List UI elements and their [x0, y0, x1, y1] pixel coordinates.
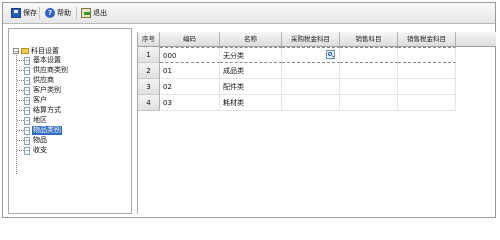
cell-code[interactable]: 02 — [160, 79, 220, 95]
table-row[interactable]: 1 000 无分类 — [138, 47, 496, 63]
cell-purchase-tax-account[interactable] — [282, 95, 340, 111]
data-grid: 序号 编码 名称 采购税金科目 销售科目 销售税金科目 1 000 无分类 2 … — [137, 32, 496, 214]
save-label: 保存 — [23, 8, 37, 17]
row-number: 3 — [138, 79, 160, 95]
document-icon — [24, 136, 30, 145]
save-icon — [11, 7, 21, 18]
tree-item-label: 物品类别 — [32, 126, 62, 135]
cell-code[interactable]: 01 — [160, 63, 220, 79]
collapse-icon[interactable]: − — [13, 47, 19, 54]
document-icon — [24, 116, 30, 125]
tree-item-label: 客户类别 — [33, 86, 61, 94]
exit-button[interactable]: 退出 — [81, 6, 107, 19]
cell-sales-tax-account[interactable] — [398, 47, 456, 63]
save-button[interactable]: 保存 — [11, 6, 37, 19]
cell-sales-account[interactable] — [340, 79, 398, 95]
document-icon — [24, 106, 30, 115]
tree-item-label: 基本设置 — [33, 56, 61, 64]
cell-name[interactable]: 成品类 — [220, 63, 282, 79]
document-icon — [24, 86, 30, 95]
table-row[interactable]: 3 02 配件类 — [138, 79, 496, 95]
tree-item-label: 地区 — [33, 116, 47, 124]
cell-sales-account[interactable] — [340, 63, 398, 79]
document-icon — [24, 56, 30, 65]
tree-item-label: 供应商 — [33, 76, 54, 84]
cell-sales-tax-account[interactable] — [398, 95, 456, 111]
tree-item-label: 客户 — [33, 96, 47, 104]
tree-item-label: 收支 — [33, 146, 47, 154]
tree-item-label: 物品 — [33, 136, 47, 144]
folder-open-icon — [21, 47, 29, 54]
category-tree-panel: − 科目设置 基本设置 供应商类别 供应商 客户类别 客户 结算方式 地区 物品… — [8, 28, 132, 214]
window: 保存 ? 帮助 退出 − 科目设置 基本设置 供应商类别 供应商 客户类别 客户… — [2, 2, 496, 218]
tree-item-label: 供应商类别 — [33, 66, 68, 74]
tree-item-basic-settings[interactable]: 基本设置 — [17, 56, 62, 65]
tree-item-region[interactable]: 地区 — [17, 116, 48, 125]
cell-purchase-tax-account[interactable] — [282, 63, 340, 79]
tree-item-settlement-method[interactable]: 结算方式 — [17, 106, 62, 115]
exit-label: 退出 — [93, 8, 107, 17]
search-lookup-icon[interactable] — [326, 50, 335, 59]
toolbar: 保存 ? 帮助 退出 — [3, 3, 495, 24]
column-header-sales-tax-account[interactable]: 销售税金科目 — [398, 32, 456, 46]
cell-sales-tax-account[interactable] — [398, 63, 456, 79]
cell-purchase-tax-account[interactable] — [282, 79, 340, 95]
tree-item-label: 结算方式 — [33, 106, 61, 114]
help-label: 帮助 — [57, 8, 71, 17]
tree-item-item[interactable]: 物品 — [17, 136, 48, 145]
cell-name[interactable]: 配件类 — [220, 79, 282, 95]
grid-header: 序号 编码 名称 采购税金科目 销售科目 销售税金科目 — [138, 32, 496, 47]
cell-sales-account[interactable] — [340, 47, 398, 63]
row-number: 1 — [138, 47, 160, 63]
cell-sales-account[interactable] — [340, 95, 398, 111]
column-header-code[interactable]: 编码 — [160, 32, 220, 46]
toolbar-separator — [76, 7, 77, 19]
row-number: 2 — [138, 63, 160, 79]
table-row[interactable]: 2 01 成品类 — [138, 63, 496, 79]
tree-item-item-category[interactable]: 物品类别 — [17, 126, 62, 135]
cell-code[interactable]: 03 — [160, 95, 220, 111]
document-icon — [24, 126, 30, 135]
toolbar-separator — [39, 7, 40, 19]
column-header-name[interactable]: 名称 — [220, 32, 282, 46]
tree-item-customer-category[interactable]: 客户类别 — [17, 86, 62, 95]
tree-item-supplier[interactable]: 供应商 — [17, 76, 55, 85]
column-header-purchase-tax-account[interactable]: 采购税金科目 — [282, 32, 340, 46]
column-header-sales-account[interactable]: 销售科目 — [340, 32, 398, 46]
cell-code[interactable]: 000 — [160, 47, 220, 63]
table-row[interactable]: 4 03 耗材类 — [138, 95, 496, 111]
exit-icon — [81, 7, 91, 18]
tree-item-income-expense[interactable]: 收支 — [17, 146, 48, 155]
cell-sales-tax-account[interactable] — [398, 79, 456, 95]
document-icon — [24, 76, 30, 85]
cell-name[interactable]: 耗材类 — [220, 95, 282, 111]
cell-name[interactable]: 无分类 — [220, 47, 282, 63]
help-icon: ? — [45, 7, 55, 18]
column-header-no[interactable]: 序号 — [138, 32, 160, 46]
tree-item-supplier-category[interactable]: 供应商类别 — [17, 66, 69, 75]
tree-root-node[interactable]: − 科目设置 — [13, 46, 59, 55]
document-icon — [24, 146, 30, 155]
row-number: 4 — [138, 95, 160, 111]
help-button[interactable]: ? 帮助 — [45, 6, 71, 19]
document-icon — [24, 96, 30, 105]
tree-root-label: 科目设置 — [31, 46, 59, 55]
document-icon — [24, 66, 30, 75]
tree-item-customer[interactable]: 客户 — [17, 96, 48, 105]
